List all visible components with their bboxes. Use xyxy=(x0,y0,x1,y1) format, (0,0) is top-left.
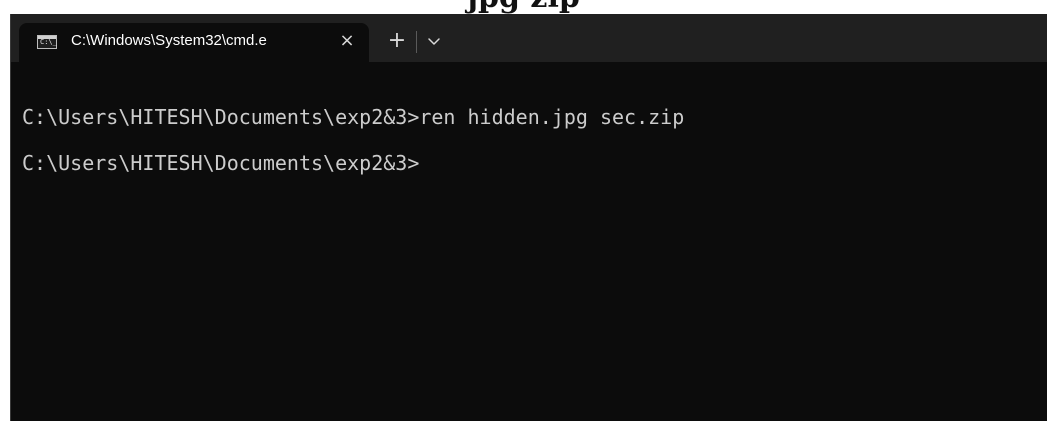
close-tab-button[interactable]: × xyxy=(337,31,357,51)
tab-dropdown-button[interactable] xyxy=(425,32,443,50)
chevron-down-icon xyxy=(428,38,440,45)
cmd-icon: C:\_ xyxy=(37,35,57,49)
console-line: C:\Users\HITESH\Documents\exp2&3>ren hid… xyxy=(22,105,685,129)
tab-cmd[interactable]: C:\_ C:\Windows\System32\cmd.e × xyxy=(19,23,369,62)
tab-bar: C:\_ C:\Windows\System32\cmd.e × + xyxy=(11,14,1047,62)
console-output[interactable]: C:\Users\HITESH\Documents\exp2&3>ren hid… xyxy=(11,62,1047,421)
tab-title: C:\Windows\System32\cmd.e xyxy=(71,32,267,49)
document-heading-fragment: jpg zip xyxy=(0,0,1047,14)
cmd-icon-glyph: C:\_ xyxy=(40,38,57,46)
console-prompt-line: C:\Users\HITESH\Documents\exp2&3> xyxy=(22,151,420,175)
terminal-window: C:\_ C:\Windows\System32\cmd.e × + C:\Us… xyxy=(10,14,1047,421)
tab-divider xyxy=(416,31,417,53)
new-tab-button[interactable]: + xyxy=(385,30,409,54)
document-background: jpg zip xyxy=(0,0,1047,14)
